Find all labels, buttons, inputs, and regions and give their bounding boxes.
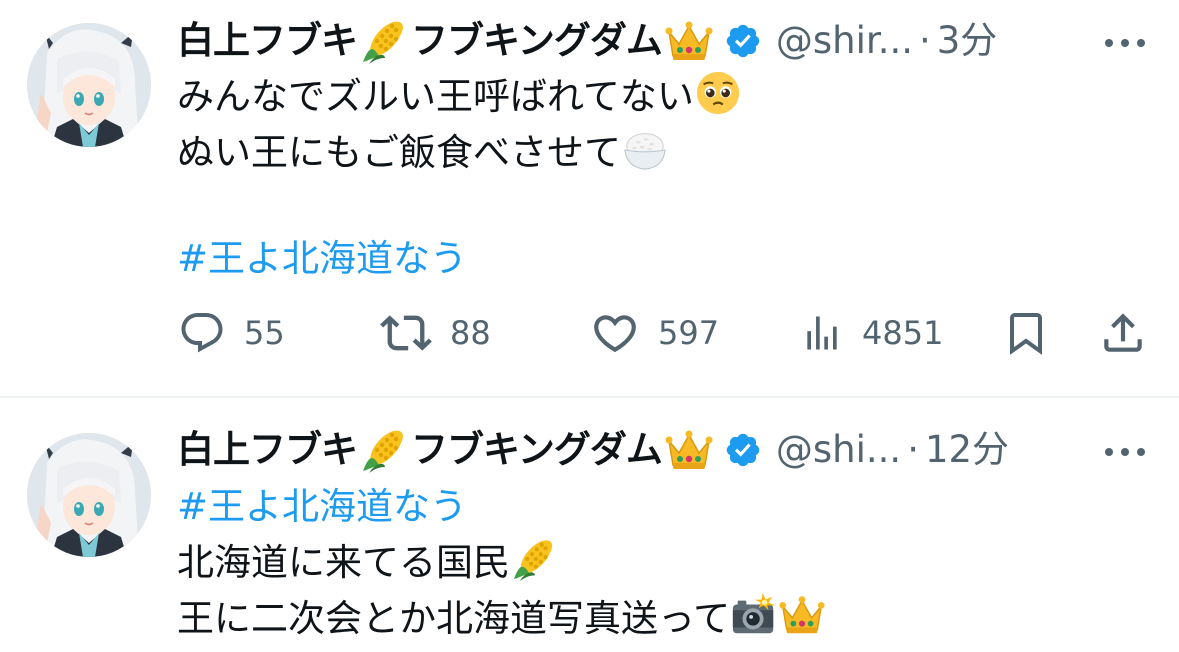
avatar[interactable] (27, 433, 151, 557)
avatar[interactable] (27, 23, 151, 147)
crown-emoji-icon (664, 425, 714, 475)
tweet-text-line: #王よ北海道なう (177, 478, 467, 536)
reply-icon (181, 313, 223, 353)
hashtag-link[interactable]: #王よ北海道なう (177, 237, 467, 280)
tweet-text-line: 王に二次会とか北海道写真送って (177, 590, 826, 648)
reply-button[interactable]: 55 (178, 303, 285, 363)
tweet-text-line: ぬい王にもご飯食べさせて (177, 124, 669, 182)
tweet[interactable]: 白上フブキ フブキングダム @shir... · 3分 みんなでズルい王呼ばれて… (0, 0, 1179, 396)
hashtag-link[interactable]: #王よ北海道なう (177, 485, 467, 528)
more-horizontal-icon[interactable] (1102, 442, 1148, 462)
more-horizontal-icon[interactable] (1102, 33, 1148, 53)
retweet-count: 88 (450, 314, 491, 352)
tweet-text-line: みんなでズルい王呼ばれてない (177, 68, 742, 126)
tweet-text: 北海道に来てる国民 (177, 541, 510, 584)
action-bar: 55 88 597 4851 (0, 303, 1179, 363)
timestamp[interactable]: 3分 (937, 11, 998, 71)
crown-emoji-icon (778, 591, 826, 639)
tweet-text-line: #王よ北海道なう (177, 230, 467, 288)
corn-emoji-icon (359, 16, 409, 66)
verified-badge-icon[interactable] (724, 431, 762, 469)
reply-count: 55 (244, 314, 285, 352)
display-name[interactable]: 白上フブキ (177, 11, 358, 71)
handle[interactable]: @shi... (776, 420, 901, 480)
tweet-text: ぬい王にもご飯食べさせて (177, 131, 621, 174)
retweet-icon (380, 315, 432, 351)
views-icon (807, 316, 837, 350)
tweet-text: みんなでズルい王呼ばれてない (177, 75, 694, 118)
display-name[interactable]: 白上フブキ (177, 420, 358, 480)
tweet-text-line: 北海道に来てる国民 (177, 534, 558, 592)
separator-dot: · (919, 19, 931, 62)
views-count: 4851 (862, 314, 944, 352)
display-name-suffix[interactable]: フブキングダム (411, 420, 663, 480)
tweet-header: 白上フブキ フブキングダム @shir... · 3分 (177, 11, 997, 71)
tweet[interactable]: 白上フブキ フブキングダム @shi... · 12分 #王よ北海道なう 北海道… (0, 398, 1179, 652)
like-count: 597 (658, 314, 720, 352)
corn-emoji-icon (359, 425, 409, 475)
tweet-header: 白上フブキ フブキングダム @shi... · 12分 (177, 420, 1009, 480)
verified-badge-icon[interactable] (724, 22, 762, 60)
pleading-face-emoji-icon (694, 69, 742, 117)
tweet-text: 王に二次会とか北海道写真送って (177, 597, 731, 640)
share-icon (1104, 313, 1142, 352)
timestamp[interactable]: 12分 (925, 420, 1009, 480)
crown-emoji-icon (664, 16, 714, 66)
like-button[interactable]: 597 (590, 303, 719, 363)
handle[interactable]: @shir... (776, 11, 913, 71)
views-button[interactable]: 4851 (800, 303, 943, 363)
retweet-button[interactable]: 88 (380, 303, 491, 363)
rice-bowl-emoji-icon (621, 125, 669, 173)
bookmark-icon (1010, 313, 1042, 355)
bookmark-button[interactable] (1002, 303, 1050, 363)
display-name-suffix[interactable]: フブキングダム (411, 11, 663, 71)
separator-dot: · (907, 428, 919, 471)
corn-emoji-icon (510, 535, 558, 583)
camera-flash-emoji-icon (730, 591, 778, 639)
heart-icon (594, 315, 636, 353)
share-button[interactable] (1098, 303, 1148, 363)
